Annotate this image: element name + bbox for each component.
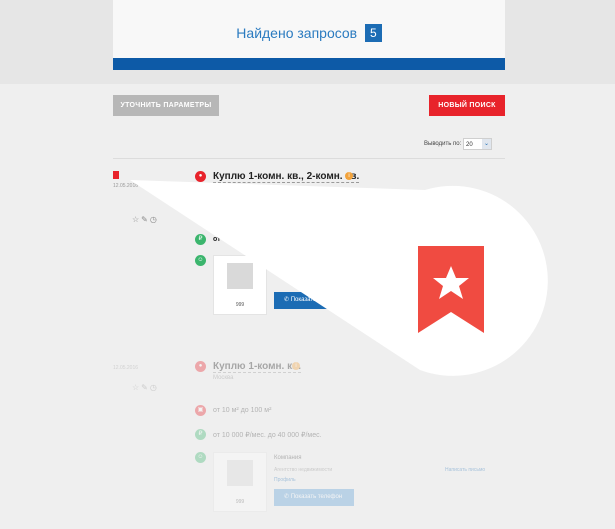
star-icon[interactable]: ☆ bbox=[132, 215, 141, 224]
bookmark-icon[interactable] bbox=[113, 171, 119, 179]
pencil-icon[interactable]: ✎ bbox=[141, 215, 150, 224]
building-image bbox=[227, 460, 253, 486]
write-message-link[interactable]: Написать письмо bbox=[445, 467, 485, 473]
request-title[interactable]: Куплю 1-комн. кв. bbox=[213, 361, 302, 373]
results-summary: Найдено запросов 5 bbox=[113, 0, 505, 70]
per-page-label: Выводить по: bbox=[424, 141, 462, 147]
area-range: от 10 м² до 100 м² bbox=[213, 407, 272, 414]
money-icon: ₽ bbox=[195, 429, 206, 440]
per-page-value: 20 bbox=[466, 142, 473, 148]
refine-parameters-button[interactable]: УТОЧНИТЬ ПАРАМЕТРЫ bbox=[113, 95, 219, 116]
person-icon: ☺ bbox=[195, 255, 206, 266]
show-phone-button[interactable]: ✆ Показать bbox=[274, 292, 344, 309]
location-pin-icon: ● bbox=[195, 361, 206, 372]
building-thumbnail: 999 bbox=[213, 255, 267, 315]
building-image bbox=[227, 263, 253, 289]
request-location: Москва bbox=[213, 185, 234, 191]
card-actions: ☆✎◷ bbox=[132, 383, 159, 392]
clock-icon[interactable]: ◷ bbox=[150, 215, 159, 224]
found-label: Найдено запросов bbox=[236, 25, 358, 41]
info-badge-icon: i bbox=[292, 362, 300, 370]
per-page-select[interactable]: 20 ⌄ bbox=[463, 138, 492, 150]
area-icon: ▣ bbox=[195, 405, 206, 416]
show-phone-button[interactable]: ✆ Показать телефон bbox=[274, 489, 354, 506]
building-id: 999 bbox=[235, 499, 245, 505]
building-thumbnail: 999 bbox=[213, 452, 267, 512]
phone-icon: ✆ bbox=[284, 297, 290, 303]
card-actions: ☆✎◷ bbox=[132, 215, 159, 224]
money-icon: ₽ bbox=[195, 234, 206, 245]
new-search-button[interactable]: НОВЫЙ ПОИСК bbox=[429, 95, 505, 116]
owner-type: Компания bbox=[274, 455, 302, 461]
chevron-down-icon: ⌄ bbox=[482, 139, 491, 149]
divider bbox=[113, 158, 505, 159]
price-range: от bbox=[213, 236, 221, 243]
building-id: 999 bbox=[235, 302, 245, 308]
owner-profile-link[interactable]: Профиль bbox=[274, 477, 296, 483]
found-count-badge: 5 bbox=[365, 24, 382, 42]
show-phone-label: Показать телефон bbox=[290, 494, 343, 500]
request-date: 12.05.2016 bbox=[113, 183, 139, 189]
location-pin-icon: ● bbox=[195, 171, 206, 182]
pencil-icon[interactable]: ✎ bbox=[141, 383, 150, 392]
clock-icon[interactable]: ◷ bbox=[150, 383, 159, 392]
request-date: 12.05.2016 bbox=[113, 365, 139, 371]
found-requests: Найдено запросов 5 bbox=[113, 24, 505, 42]
person-icon: ☺ bbox=[195, 452, 206, 463]
results-bar bbox=[113, 58, 505, 70]
owner-note: Агентство недвижимости bbox=[274, 467, 333, 473]
info-badge-icon: i bbox=[345, 172, 353, 180]
request-location: Москва bbox=[213, 375, 234, 381]
price-range: от 10 000 ₽/мес. до 40 000 ₽/мес. bbox=[213, 432, 322, 439]
bookmark-star-icon bbox=[418, 246, 484, 333]
show-phone-label: Показать bbox=[290, 297, 317, 303]
request-title[interactable]: Куплю 1-комн. кв., 2-комн. кв. bbox=[213, 171, 360, 183]
phone-icon: ✆ bbox=[284, 494, 290, 500]
star-icon[interactable]: ☆ bbox=[132, 383, 141, 392]
